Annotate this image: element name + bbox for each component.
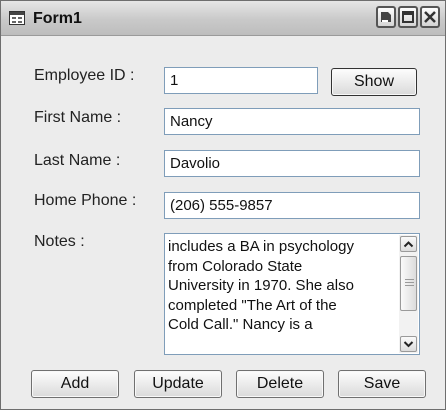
- chevron-up-icon: [403, 241, 414, 248]
- minimize-icon: [381, 12, 391, 22]
- home-phone-field[interactable]: [164, 192, 420, 219]
- show-button[interactable]: Show: [331, 68, 417, 96]
- close-button[interactable]: [420, 6, 440, 28]
- maximize-icon: [402, 11, 414, 23]
- save-button[interactable]: Save: [338, 370, 426, 398]
- grip-line: [405, 279, 414, 280]
- grip-line: [405, 285, 414, 286]
- scroll-thumb[interactable]: [400, 256, 417, 311]
- first-name-label: First Name :: [34, 109, 122, 126]
- title-bar[interactable]: Form1: [1, 1, 445, 36]
- close-icon: [424, 11, 436, 23]
- scroll-up-button[interactable]: [400, 236, 417, 252]
- employee-id-label: Employee ID :: [34, 67, 135, 84]
- window-title: Form1: [33, 10, 82, 27]
- notes-text: includes a BA in psychology from Colorad…: [168, 238, 354, 333]
- form-client-area: Employee ID : Show First Name : Last Nam…: [2, 37, 444, 408]
- notes-label: Notes :: [34, 233, 85, 250]
- last-name-label: Last Name :: [34, 152, 121, 169]
- minimize-button[interactable]: [376, 6, 396, 28]
- add-button[interactable]: Add: [31, 370, 119, 398]
- update-button[interactable]: Update: [134, 370, 222, 398]
- grip-line: [405, 282, 414, 283]
- employee-id-field[interactable]: [164, 67, 318, 94]
- chevron-down-icon: [403, 341, 414, 348]
- delete-button[interactable]: Delete: [236, 370, 324, 398]
- form-window-icon: [9, 11, 25, 25]
- home-phone-label: Home Phone :: [34, 192, 137, 209]
- notes-scrollbar[interactable]: [399, 235, 418, 353]
- last-name-field[interactable]: [164, 150, 420, 177]
- maximize-button[interactable]: [398, 6, 418, 28]
- form1-window: Form1 Employee ID : Show First Name : La…: [0, 0, 446, 410]
- first-name-field[interactable]: [164, 108, 420, 135]
- notes-textarea[interactable]: includes a BA in psychology from Colorad…: [164, 233, 420, 355]
- scroll-down-button[interactable]: [400, 336, 417, 352]
